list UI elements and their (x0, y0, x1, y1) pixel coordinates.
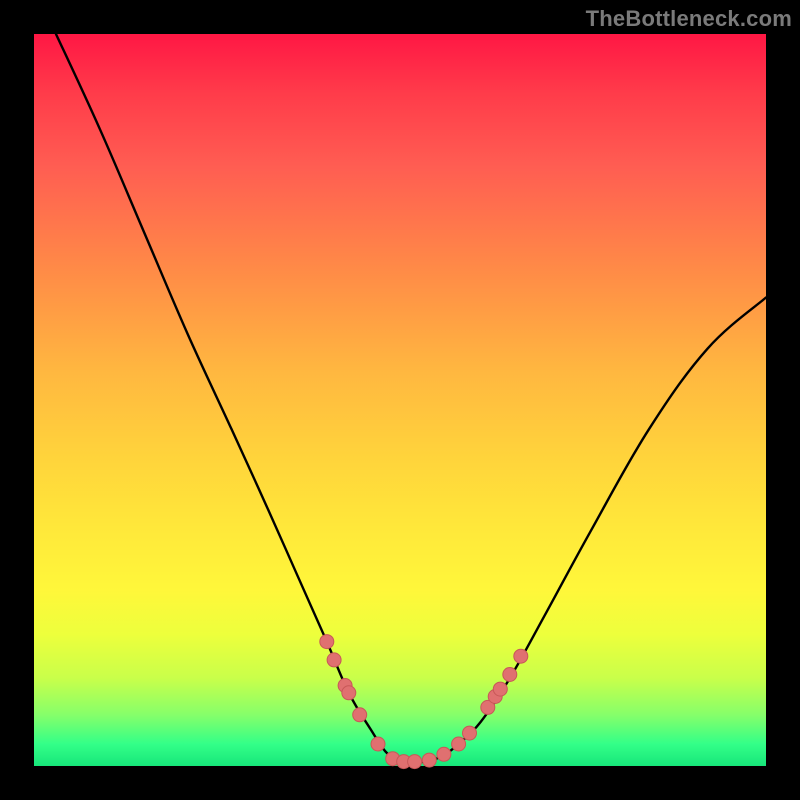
bottleneck-curve (56, 34, 766, 763)
marker-dot (514, 649, 528, 663)
marker-dot (422, 753, 436, 767)
watermark-text: TheBottleneck.com (586, 6, 792, 32)
marker-dot (371, 737, 385, 751)
marker-dot (342, 686, 356, 700)
marker-dot (327, 653, 341, 667)
marker-dot (353, 708, 367, 722)
marker-dots (320, 635, 528, 769)
marker-dot (463, 726, 477, 740)
marker-dot (437, 747, 451, 761)
marker-dot (493, 682, 507, 696)
chart-frame: TheBottleneck.com (0, 0, 800, 800)
marker-dot (503, 668, 517, 682)
marker-dot (408, 755, 422, 769)
marker-dot (320, 635, 334, 649)
marker-dot (452, 737, 466, 751)
plot-area (34, 34, 766, 766)
curve-layer (34, 34, 766, 766)
